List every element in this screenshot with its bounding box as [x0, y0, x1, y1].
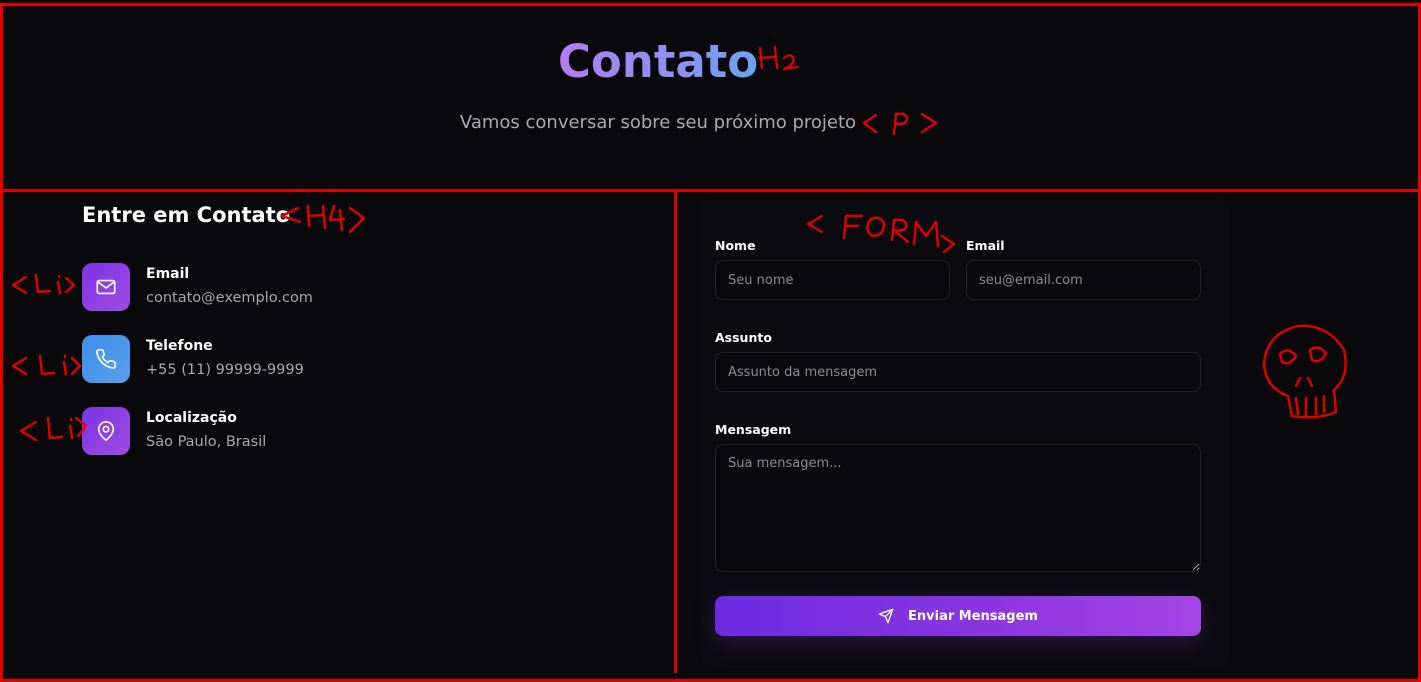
li-tag-scribble [19, 416, 88, 442]
p-tag-scribble [862, 112, 938, 136]
skull-doodle [1262, 324, 1347, 419]
form-tag-scribble [806, 214, 956, 254]
column-divider-annotation [674, 189, 677, 673]
h4-tag-scribble [280, 204, 366, 234]
content-annotation-box [0, 189, 1421, 682]
contact-page: Contato Vamos conversar sobre seu próxim… [0, 0, 1421, 682]
h2-scribble [758, 45, 800, 71]
header-annotation-box [0, 3, 1421, 192]
li-tag-scribble [11, 273, 76, 295]
li-tag-scribble [11, 354, 82, 376]
